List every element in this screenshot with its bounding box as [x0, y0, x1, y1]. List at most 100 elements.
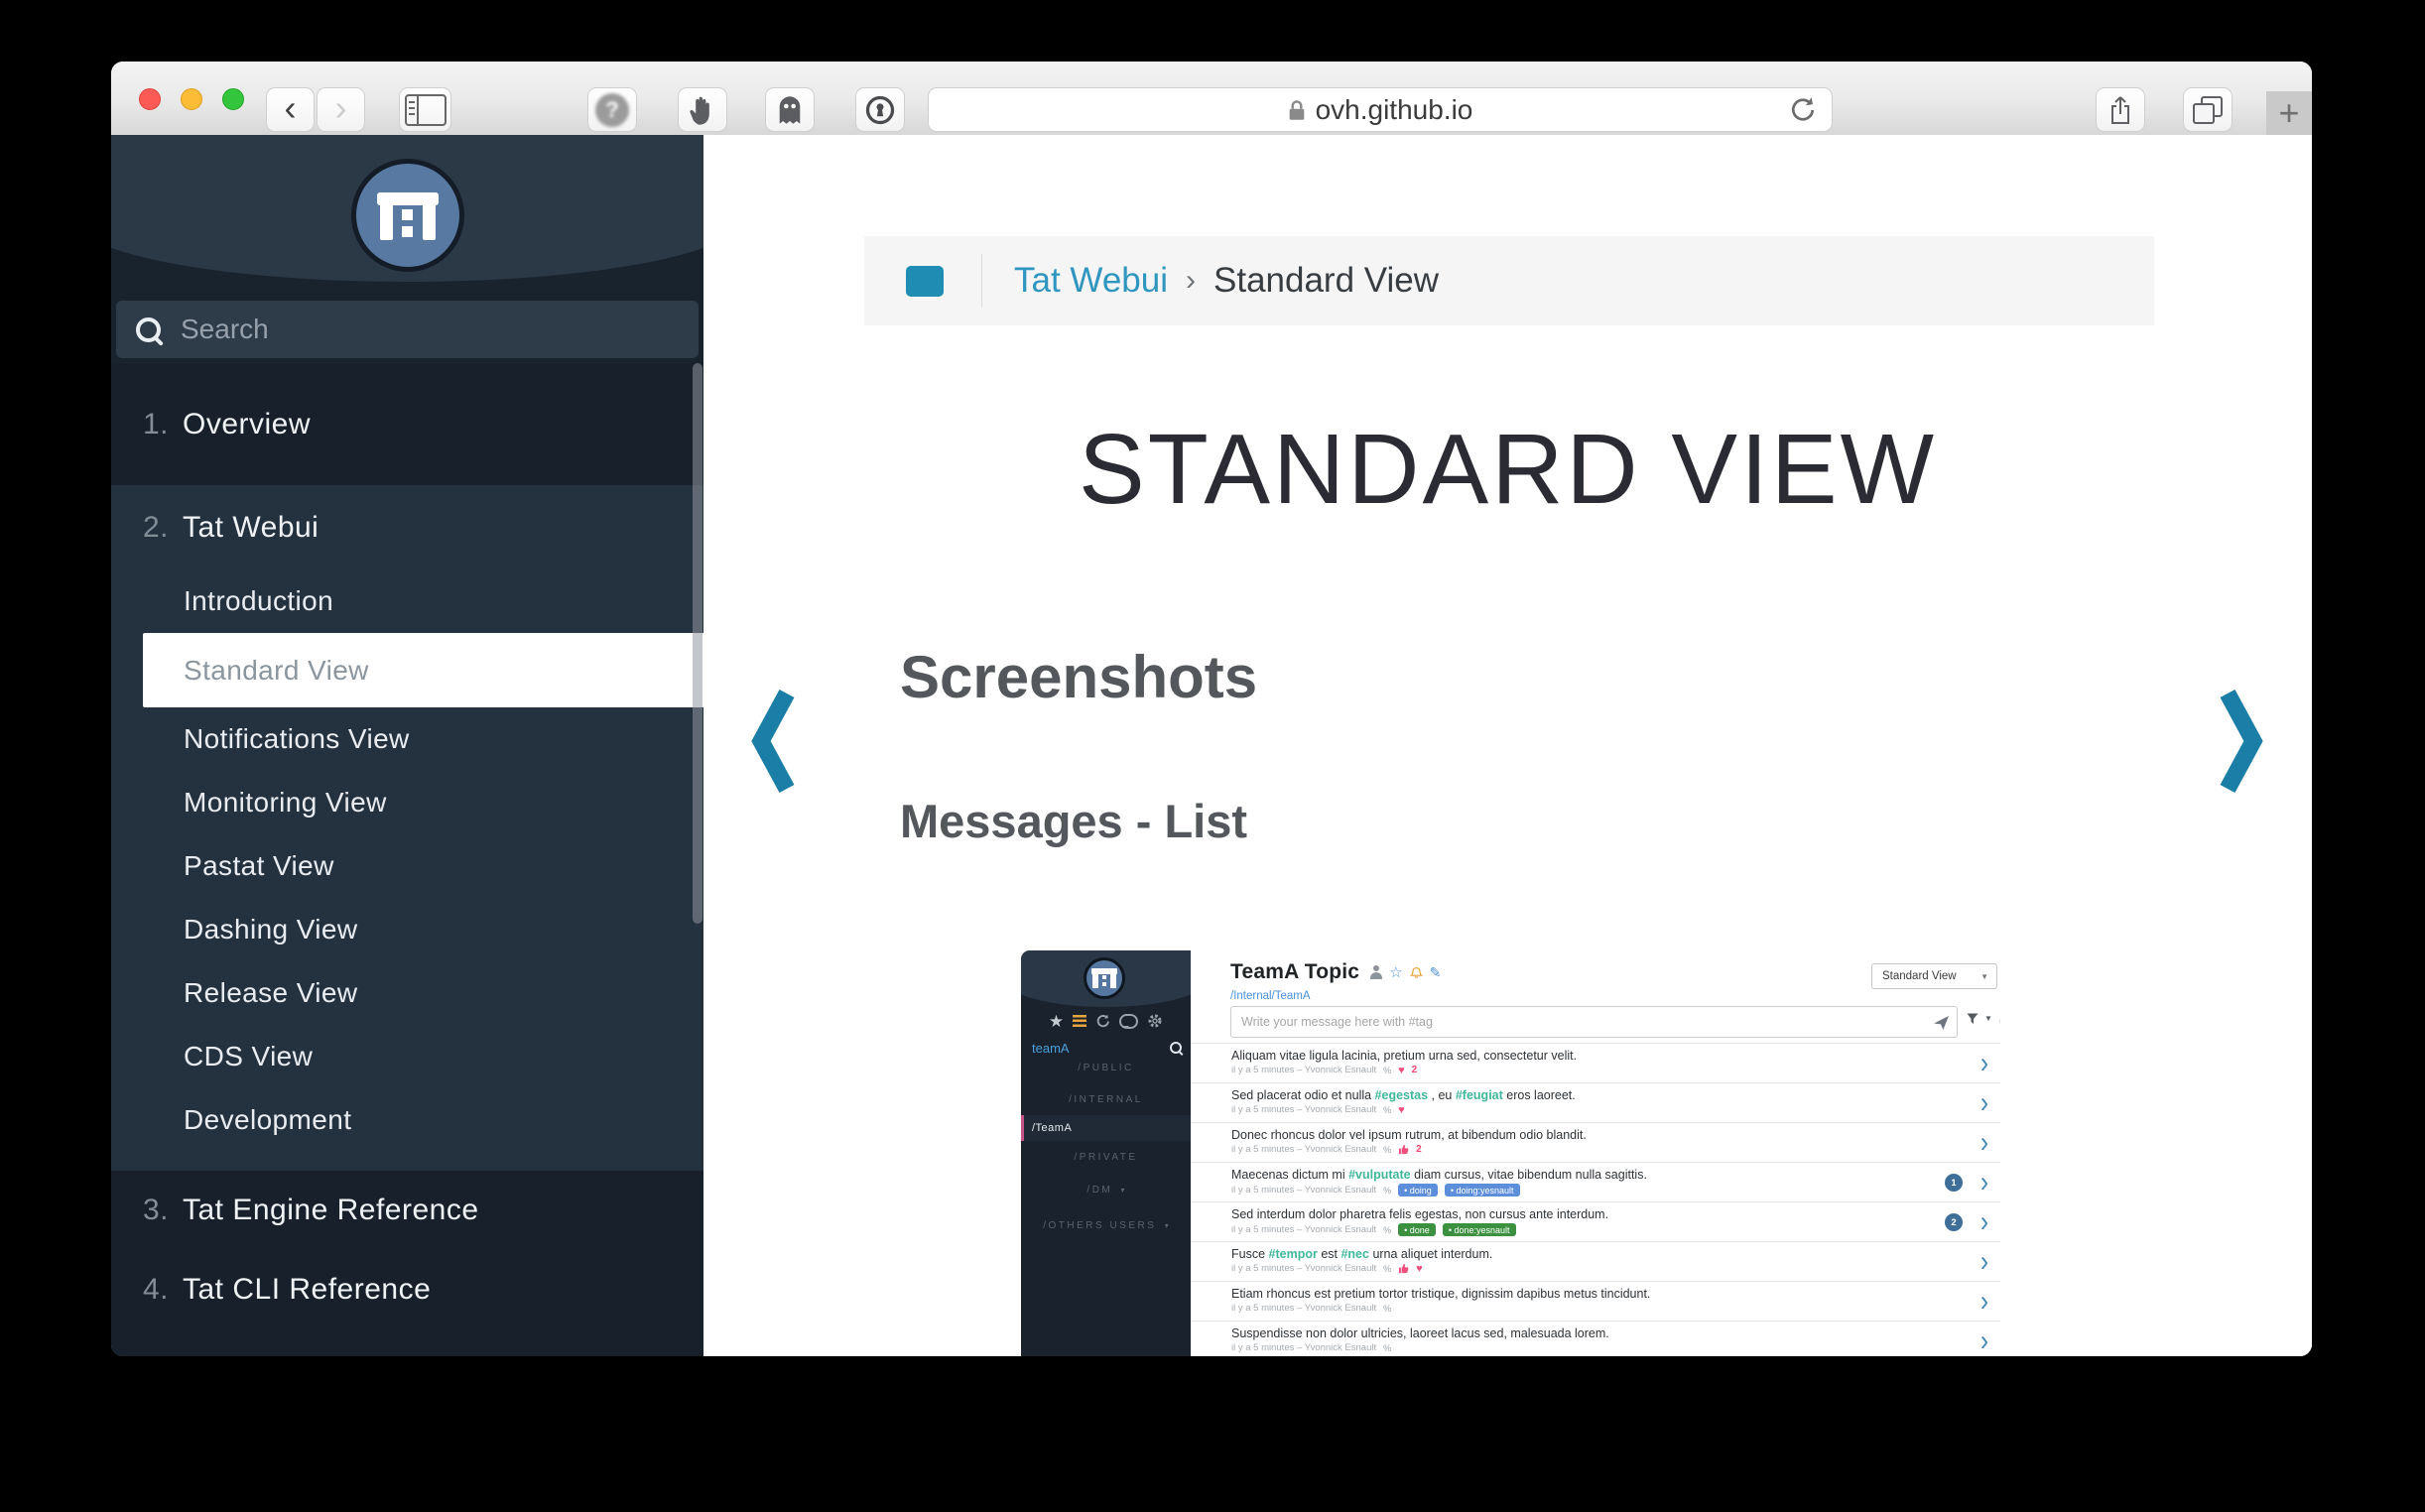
minimize-window-button[interactable] — [181, 88, 202, 110]
permalink-icon[interactable]: % — [1383, 1343, 1391, 1353]
notifications-bell-icon[interactable] — [1410, 965, 1423, 980]
edit-topic-icon[interactable]: ✎ — [1430, 964, 1442, 981]
topic-path-link[interactable]: /Internal/TeamA — [1230, 990, 1311, 1002]
heart-icon[interactable]: ♥ — [1416, 1264, 1423, 1274]
thumbs-up-icon[interactable] — [1398, 1263, 1409, 1274]
app-topic-search[interactable] — [1021, 1036, 1191, 1060]
message-meta: il y a 5 minutes – Yvonnick Esnault — [1231, 1144, 1376, 1155]
sidebar-item-introduction[interactable]: Introduction — [111, 569, 703, 633]
app-topic-search-input[interactable] — [1030, 1040, 1170, 1057]
zoom-window-button[interactable] — [222, 88, 244, 110]
message-row[interactable]: Maecenas dictum mi #vulputate diam cursu… — [1191, 1162, 2000, 1201]
open-thread-chevron[interactable]: › — [1980, 1326, 1988, 1356]
messages-icon[interactable] — [1119, 1014, 1138, 1029]
message-composer[interactable] — [1230, 1006, 1958, 1038]
previous-page-arrow[interactable] — [751, 686, 795, 797]
sidebar-item-release-view[interactable]: Release View — [111, 961, 703, 1025]
heart-icon[interactable]: ♥ — [1398, 1066, 1405, 1075]
open-thread-chevron[interactable]: › — [1980, 1088, 1988, 1118]
channel-teama-active[interactable]: /TeamA — [1021, 1115, 1191, 1141]
topics-list-icon[interactable] — [1073, 1015, 1086, 1027]
open-thread-chevron[interactable]: › — [1980, 1247, 1988, 1277]
message-row[interactable]: Aliquam vitae ligula lacinia, pretium ur… — [1191, 1043, 2000, 1082]
participants-icon[interactable] — [1370, 965, 1382, 979]
settings-icon[interactable] — [1147, 1013, 1163, 1029]
search-input[interactable] — [179, 313, 679, 346]
channel-internal[interactable]: /INTERNAL — [1021, 1094, 1191, 1105]
hashtag[interactable]: #egestas — [1375, 1088, 1429, 1102]
channel-others-users[interactable]: /OTHERS USERS ▾ — [1021, 1220, 1191, 1231]
permalink-icon[interactable]: % — [1383, 1186, 1391, 1196]
message-row[interactable]: Fusce #tempor est #nec urna aliquet inte… — [1191, 1241, 2000, 1281]
view-selector-dropdown[interactable]: Standard View ▼ — [1871, 963, 1997, 989]
sidebar-item-overview[interactable]: 1. Overview — [111, 363, 703, 485]
sidebar-item-dashing-view[interactable]: Dashing View — [111, 898, 703, 961]
sidebar-item-development[interactable]: Development — [111, 1088, 703, 1152]
extension-button-1[interactable]: ? — [587, 87, 637, 132]
extension-button-2[interactable] — [678, 87, 727, 132]
message-row[interactable]: Etiam rhoncus est pretium tortor tristiq… — [1191, 1281, 2000, 1321]
address-bar[interactable]: ovh.github.io — [928, 87, 1833, 132]
send-icon[interactable] — [1934, 1015, 1949, 1030]
share-button[interactable] — [2096, 87, 2145, 132]
message-row[interactable]: Suspendisse non dolor ultricies, laoreet… — [1191, 1321, 2000, 1356]
favorites-icon[interactable]: ★ — [1049, 1013, 1064, 1030]
toc-list-icon[interactable] — [906, 266, 944, 297]
chevron-down-icon[interactable]: ▼ — [1984, 1014, 1992, 1023]
sidebar-item-notifications-view[interactable]: Notifications View — [111, 707, 703, 771]
message-row[interactable]: Sed interdum dolor pharetra felis egesta… — [1191, 1201, 2000, 1241]
expand-icon[interactable] — [1998, 1012, 2000, 1025]
channel-dm[interactable]: /DM ▾ — [1021, 1185, 1191, 1196]
message-row[interactable]: Sed placerat odio et nulla #egestas , eu… — [1191, 1082, 2000, 1122]
breadcrumb-parent-link[interactable]: Tat Webui — [1014, 261, 1168, 301]
close-window-button[interactable] — [139, 88, 161, 110]
star-topic-icon[interactable]: ☆ — [1389, 963, 1402, 981]
sidebar-toggle-button[interactable] — [399, 87, 451, 132]
hashtag[interactable]: #vulputate — [1348, 1168, 1411, 1182]
label-badge[interactable]: • doing:yesnault — [1445, 1184, 1520, 1197]
channel-public[interactable]: /PUBLIC — [1021, 1063, 1191, 1073]
open-thread-chevron[interactable]: › — [1980, 1049, 1988, 1078]
sidebar-item-pastat-view[interactable]: Pastat View — [111, 834, 703, 898]
open-thread-chevron[interactable]: › — [1980, 1168, 1988, 1197]
extension-button-4[interactable] — [855, 87, 905, 132]
message-row[interactable]: Donec rhoncus dolor vel ipsum rutrum, at… — [1191, 1122, 2000, 1162]
permalink-icon[interactable]: % — [1383, 1264, 1391, 1274]
tat-logo[interactable] — [351, 159, 464, 272]
sidebar-item-tat-engine-reference[interactable]: 3. Tat Engine Reference — [111, 1171, 703, 1250]
thumbs-up-icon[interactable] — [1398, 1144, 1409, 1155]
new-tab-button[interactable]: + — [2266, 91, 2312, 135]
sidebar-item-cds-view[interactable]: CDS View — [111, 1025, 703, 1088]
sidebar-item-tat-webui[interactable]: 2. Tat Webui — [111, 485, 703, 569]
heart-icon[interactable]: ♥ — [1398, 1105, 1405, 1115]
label-badge[interactable]: • done:yesnault — [1443, 1223, 1516, 1236]
permalink-icon[interactable]: % — [1383, 1225, 1391, 1235]
hashtag[interactable]: #nec — [1340, 1247, 1369, 1261]
permalink-icon[interactable]: % — [1383, 1066, 1391, 1075]
back-button[interactable]: ‹ — [266, 87, 315, 132]
open-thread-chevron[interactable]: › — [1980, 1207, 1988, 1237]
hashtag[interactable]: #feugiat — [1456, 1088, 1503, 1102]
tab-overview-button[interactable] — [2183, 87, 2233, 132]
open-thread-chevron[interactable]: › — [1980, 1128, 1988, 1158]
label-badge[interactable]: • done — [1398, 1223, 1436, 1236]
open-thread-chevron[interactable]: › — [1980, 1287, 1988, 1317]
forward-button[interactable]: › — [317, 87, 365, 132]
permalink-icon[interactable]: % — [1383, 1105, 1391, 1115]
sidebar-item-monitoring-view[interactable]: Monitoring View — [111, 771, 703, 834]
sidebar-scrollbar[interactable] — [693, 363, 702, 924]
sidebar-item-standard-view-active[interactable]: Standard View — [143, 633, 703, 707]
permalink-icon[interactable]: % — [1383, 1304, 1391, 1314]
hashtag[interactable]: #tempor — [1269, 1247, 1318, 1261]
sidebar-search[interactable] — [116, 301, 699, 358]
filter-icon[interactable] — [1967, 1013, 1978, 1025]
message-input[interactable] — [1231, 1015, 1934, 1029]
permalink-icon[interactable]: % — [1383, 1145, 1391, 1155]
reload-button[interactable] — [1788, 95, 1818, 130]
channel-private[interactable]: /PRIVATE — [1021, 1152, 1191, 1163]
sidebar-item-tat-cli-reference[interactable]: 4. Tat CLI Reference — [111, 1250, 703, 1329]
extension-button-3[interactable] — [765, 87, 815, 132]
label-badge[interactable]: • doing — [1398, 1184, 1438, 1197]
history-icon[interactable] — [1095, 1014, 1110, 1029]
next-page-arrow[interactable] — [2220, 686, 2263, 797]
